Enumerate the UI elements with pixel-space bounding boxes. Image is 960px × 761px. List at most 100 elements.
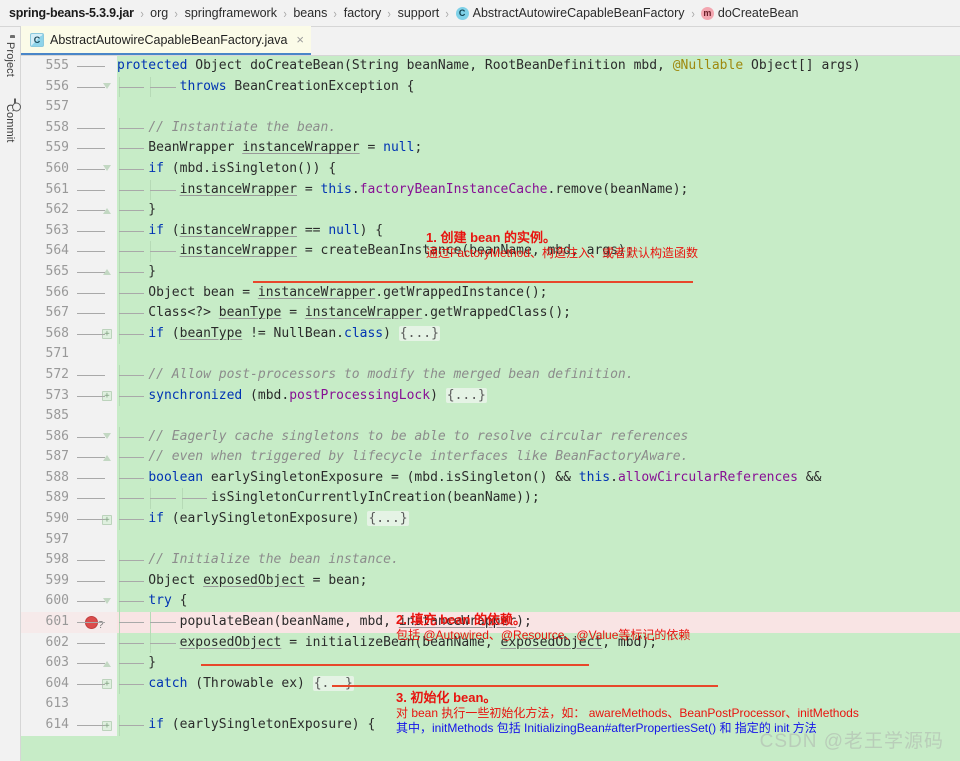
code-line[interactable]: 585	[21, 406, 960, 427]
breadcrumb-item-org[interactable]: org	[149, 6, 169, 20]
code-line[interactable]: 590 + if (earlySingletonExposure) {...}	[21, 509, 960, 530]
tab-label: AbstractAutowireCapableBeanFactory.java	[50, 32, 288, 47]
line-number: 572	[21, 364, 76, 386]
breadcrumb-separator: ›	[174, 5, 179, 21]
code-line[interactable]: 587 // even when triggered by lifecycle …	[21, 447, 960, 468]
class-icon: C	[455, 6, 469, 20]
code-text[interactable]: if (mbd.isSingleton()) {	[77, 158, 960, 180]
code-line[interactable]: 556 throws BeanCreationException {	[21, 76, 960, 98]
code-line[interactable]: 613	[21, 694, 960, 715]
code-text[interactable]: }	[77, 200, 960, 221]
code-text[interactable]	[117, 530, 960, 551]
code-text[interactable]	[117, 694, 960, 715]
sidebar-item-project[interactable]: Project	[4, 37, 16, 77]
code-line[interactable]: 559 BeanWrapper instanceWrapper = null;	[21, 138, 960, 159]
line-number: 603	[21, 653, 76, 674]
gutter-marker-area[interactable]	[76, 694, 117, 715]
code-text[interactable]	[117, 406, 960, 427]
breadcrumb-item-docreatebean[interactable]: m doCreateBean	[700, 6, 800, 20]
code-text[interactable]: }	[77, 261, 960, 283]
breadcrumb-item-factory[interactable]: factory	[343, 6, 383, 20]
breadcrumb-item-support[interactable]: support	[397, 6, 441, 20]
code-line[interactable]: 557	[21, 97, 960, 118]
breadcrumb-item-label: support	[397, 6, 440, 20]
gutter-marker-area[interactable]	[76, 406, 117, 427]
code-line[interactable]: 602 exposedObject = initializeBean(beanN…	[21, 632, 960, 654]
code-text[interactable]: // Eagerly cache singletons to be able t…	[77, 426, 960, 448]
line-number: 571	[21, 344, 76, 365]
code-line[interactable]: 566 Object bean = instanceWrapper.getWra…	[21, 282, 960, 304]
breadcrumb-item-spring-beans-5-3-9-jar[interactable]: spring-beans-5.3.9.jar	[8, 6, 135, 20]
code-line[interactable]: 568 + if (beanType != NullBean.class) {..…	[21, 323, 960, 345]
breadcrumb-item-label: beans	[293, 6, 328, 20]
line-number: 601	[21, 612, 76, 633]
code-text[interactable]: try {	[77, 591, 960, 613]
gutter-marker-area[interactable]	[76, 529, 117, 551]
code-text[interactable]: isSingletonCurrentlyInCreation(beanName)…	[77, 488, 960, 510]
code-line[interactable]: 599 Object exposedObject = bean;	[21, 570, 960, 592]
code-line[interactable]: 561 instanceWrapper = this.factoryBeanIn…	[21, 179, 960, 201]
code-line[interactable]: 597	[21, 529, 960, 551]
breadcrumb-item-springframework[interactable]: springframework	[184, 6, 278, 20]
code-text[interactable]: if (earlySingletonExposure) {	[77, 715, 960, 736]
gutter-marker-area[interactable]	[76, 97, 117, 118]
code-text[interactable]: // even when triggered by lifecycle inte…	[77, 447, 960, 468]
tab-abstractautowirecapablebeanfactory[interactable]: C AbstractAutowireCapableBeanFactory.jav…	[21, 26, 311, 55]
code-line[interactable]: 600 try {	[21, 591, 960, 613]
breadcrumb-item-abstractautowirecapablebeanfactory[interactable]: C AbstractAutowireCapableBeanFactory	[455, 6, 686, 20]
code-text[interactable]	[117, 344, 960, 365]
code-line[interactable]: 588 boolean earlySingletonExposure = (mb…	[21, 467, 960, 489]
code-line[interactable]: 598 // Initialize the bean instance.	[21, 550, 960, 571]
code-text[interactable]: protected Object doCreateBean(String bea…	[77, 56, 960, 77]
code-text[interactable]: Object bean = instanceWrapper.getWrapped…	[77, 282, 960, 304]
code-line[interactable]: 571	[21, 344, 960, 365]
code-line[interactable]: 562 }	[21, 200, 960, 221]
gutter-marker-area[interactable]	[76, 344, 117, 365]
close-icon[interactable]: ×	[296, 32, 304, 47]
line-number: 588	[21, 467, 76, 489]
code-text[interactable]: if (earlySingletonExposure) {...}	[77, 509, 960, 530]
sidebar-item-commit[interactable]: Commit	[4, 99, 16, 143]
code-text[interactable]: boolean earlySingletonExposure = (mbd.is…	[77, 467, 960, 489]
code-text[interactable]: synchronized (mbd.postProcessingLock) {.…	[77, 385, 960, 407]
code-line[interactable]: 572 // Allow post-processors to modify t…	[21, 364, 960, 386]
code-text[interactable]: instanceWrapper = this.factoryBeanInstan…	[77, 179, 960, 201]
code-text[interactable]: if (beanType != NullBean.class) {...}	[77, 323, 960, 345]
breadcrumb-item-label: spring-beans-5.3.9.jar	[9, 6, 134, 20]
code-text[interactable]: populateBean(beanName, mbd, instanceWrap…	[77, 612, 960, 633]
code-line[interactable]: 555 protected Object doCreateBean(String …	[21, 56, 960, 77]
code-line[interactable]: 558 // Instantiate the bean.	[21, 117, 960, 139]
code-text[interactable]: exposedObject = initializeBean(beanName,…	[77, 632, 960, 654]
code-text[interactable]: throws BeanCreationException {	[77, 76, 960, 98]
line-number: 562	[21, 200, 76, 221]
code-line[interactable]: 614 + if (earlySingletonExposure) {	[21, 715, 960, 736]
line-number: 614	[21, 715, 76, 736]
code-text[interactable]: // Initialize the bean instance.	[77, 550, 960, 571]
code-editor[interactable]: 555 protected Object doCreateBean(String …	[21, 56, 960, 761]
breadcrumb-item-beans[interactable]: beans	[292, 6, 328, 20]
code-line[interactable]: 560 if (mbd.isSingleton()) {	[21, 158, 960, 180]
line-number: 558	[21, 117, 76, 139]
code-line[interactable]: 586 // Eagerly cache singletons to be ab…	[21, 426, 960, 448]
code-line[interactable]: 565 }	[21, 261, 960, 283]
code-text[interactable]: instanceWrapper = createBeanInstance(bea…	[77, 241, 960, 262]
code-text[interactable]: if (instanceWrapper == null) {	[77, 220, 960, 242]
code-line[interactable]: 601? populateBean(beanName, mbd, instanc…	[21, 612, 960, 633]
code-text[interactable]: Object exposedObject = bean;	[77, 570, 960, 592]
code-line[interactable]: 567 Class<?> beanType = instanceWrapper.…	[21, 303, 960, 324]
code-text[interactable]	[117, 97, 960, 118]
breadcrumb-item-label: org	[150, 6, 169, 20]
code-line[interactable]: 573 + synchronized (mbd.postProcessingLoc…	[21, 385, 960, 407]
code-line[interactable]: 563 if (instanceWrapper == null) {	[21, 220, 960, 242]
line-number: 597	[21, 529, 76, 551]
code-line[interactable]: 589 isSingletonCurrentlyInCreation(beanN…	[21, 488, 960, 510]
breadcrumb-item-label: doCreateBean	[717, 6, 799, 20]
line-number: 564	[21, 241, 76, 262]
code-text[interactable]: // Allow post-processors to modify the m…	[77, 364, 960, 386]
code-text[interactable]: Class<?> beanType = instanceWrapper.getW…	[77, 303, 960, 324]
code-text[interactable]: // Instantiate the bean.	[77, 117, 960, 139]
code-text[interactable]: BeanWrapper instanceWrapper = null;	[77, 138, 960, 159]
code-line[interactable]: 564 instanceWrapper = createBeanInstance…	[21, 241, 960, 262]
line-number: 589	[21, 488, 76, 510]
line-number: 587	[21, 447, 76, 468]
